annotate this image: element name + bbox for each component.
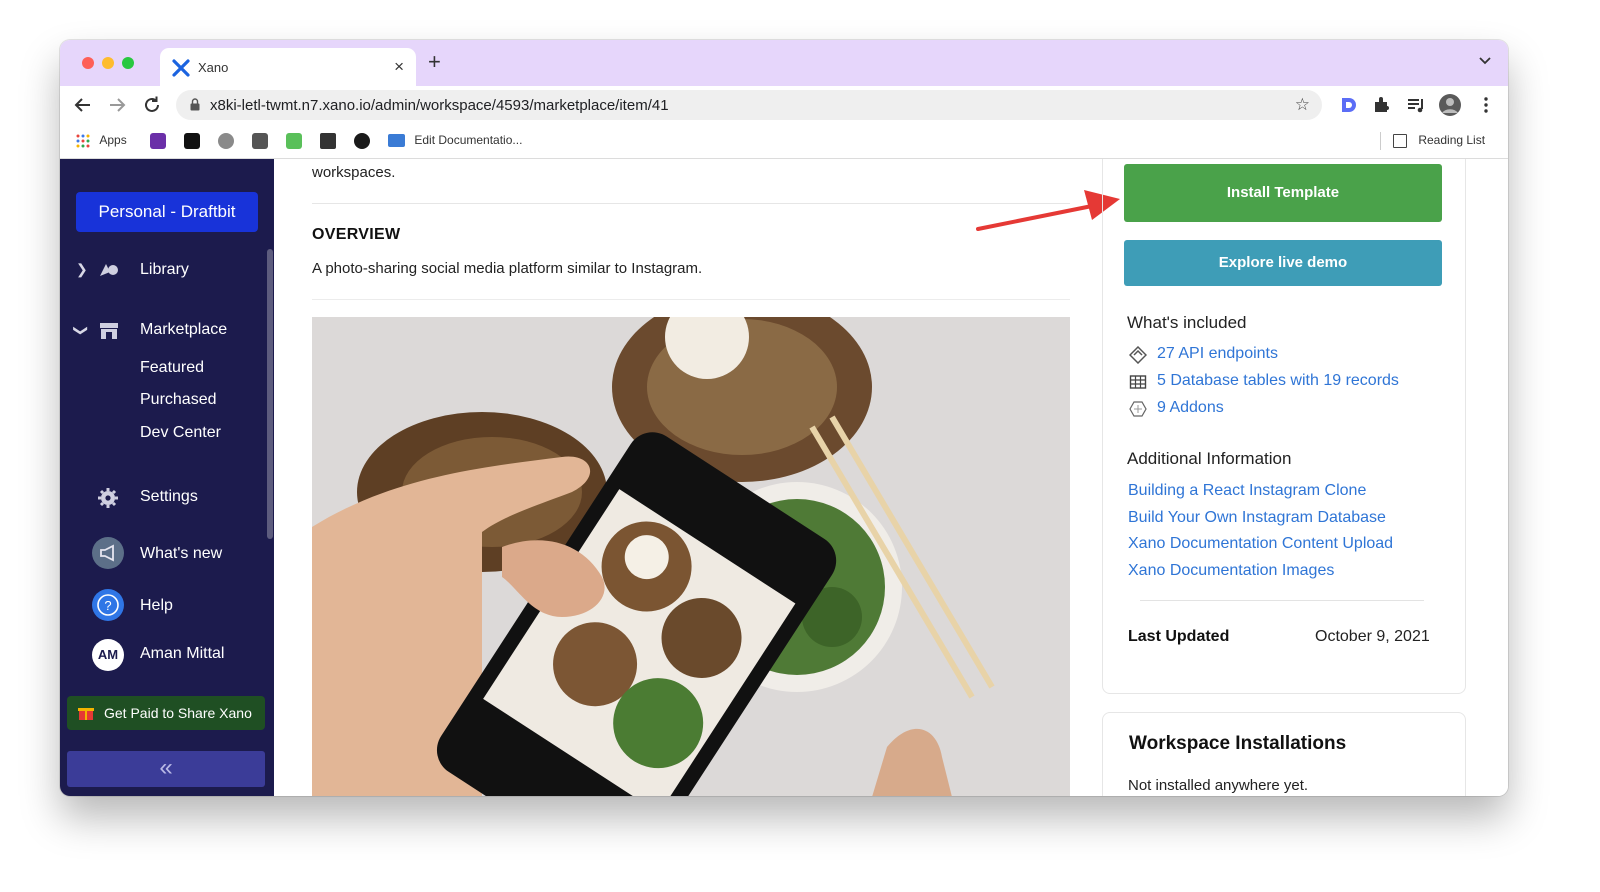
address-bar[interactable]: x8ki-letl-twmt.n7.xano.io/admin/workspac… <box>176 90 1322 120</box>
url-text: x8ki-letl-twmt.n7.xano.io/admin/workspac… <box>210 97 669 114</box>
bookmark-github-icon[interactable] <box>354 133 370 149</box>
close-window-button[interactable] <box>82 57 94 69</box>
extension-icon[interactable] <box>1338 95 1358 115</box>
back-icon[interactable] <box>72 94 94 116</box>
maximize-window-button[interactable] <box>122 57 134 69</box>
sidebar-item-help[interactable]: Help <box>140 597 173 615</box>
last-updated-label: Last Updated <box>1128 628 1230 645</box>
svg-text:?: ? <box>104 598 111 613</box>
bookmark-edit-doc-label: Edit Documentatio... <box>414 133 523 147</box>
included-tables-link[interactable]: 5 Database tables with 19 records <box>1157 372 1399 390</box>
table-icon <box>1129 375 1147 389</box>
reload-icon[interactable] <box>141 94 163 116</box>
promo-label: Get Paid to Share Xano <box>104 705 252 721</box>
sidebar-item-dev-center[interactable]: Dev Center <box>140 424 221 442</box>
lock-icon <box>190 98 200 111</box>
api-icon <box>1129 346 1147 364</box>
info-link-images[interactable]: Xano Documentation Images <box>1128 562 1334 580</box>
overview-heading: OVERVIEW <box>312 226 401 243</box>
xano-logo-icon <box>172 59 190 77</box>
sidebar-item-marketplace[interactable]: Marketplace <box>140 321 227 339</box>
description-end-text: workspaces. <box>312 164 396 181</box>
star-icon[interactable]: ☆ <box>1295 95 1310 115</box>
media-icon[interactable] <box>1406 95 1426 115</box>
workspace-installations-heading: Workspace Installations <box>1129 733 1347 754</box>
workspace-selector-button[interactable]: Personal - Draftbit <box>76 192 258 232</box>
menu-icon[interactable] <box>1476 95 1496 115</box>
profile-icon[interactable] <box>1438 93 1462 117</box>
sidebar-item-whats-new[interactable]: What's new <box>140 545 222 563</box>
template-preview-image <box>312 317 1070 796</box>
additional-info-heading: Additional Information <box>1127 449 1292 468</box>
bookmarks-divider <box>1380 132 1381 150</box>
info-link-content-upload[interactable]: Xano Documentation Content Upload <box>1128 535 1393 553</box>
bookmark-image-icon[interactable] <box>252 133 268 149</box>
help-icon: ? <box>92 589 124 621</box>
divider <box>312 299 1070 300</box>
puzzle-icon[interactable] <box>1372 95 1392 115</box>
reading-list-button[interactable]: Reading List <box>1393 133 1485 149</box>
marketplace-store-icon <box>100 323 118 339</box>
sidebar-item-user[interactable]: Aman Mittal <box>140 645 224 663</box>
explore-live-demo-button[interactable]: Explore live demo <box>1124 240 1442 286</box>
bookmark-cube-icon[interactable] <box>320 133 336 149</box>
tab-xano[interactable]: Xano × <box>160 48 416 86</box>
avatar[interactable]: AM <box>92 639 124 671</box>
bookmark-dev-icon[interactable] <box>184 133 200 149</box>
bookmark-apps[interactable]: Apps <box>76 133 127 149</box>
book-icon <box>388 134 405 148</box>
included-addons-link[interactable]: 9 Addons <box>1157 399 1224 417</box>
minimize-window-button[interactable] <box>102 57 114 69</box>
addon-icon <box>1129 401 1147 417</box>
tab-strip: Xano × + <box>60 40 1508 86</box>
sidebar-item-purchased[interactable]: Purchased <box>140 391 217 409</box>
page-content: Personal - Draftbit ❯ Library ❯ Marketpl… <box>60 159 1508 796</box>
last-updated-value: October 9, 2021 <box>1315 628 1430 645</box>
bookmark-apps-label: Apps <box>99 133 127 147</box>
forward-icon[interactable] <box>106 94 128 116</box>
divider <box>1140 600 1424 601</box>
gear-icon <box>98 488 118 508</box>
sidebar-item-library[interactable]: Library <box>140 261 189 279</box>
sidebar-scrollbar[interactable] <box>267 249 273 539</box>
gift-icon <box>78 708 94 720</box>
info-link-react-instagram-clone[interactable]: Building a React Instagram Clone <box>1128 482 1366 500</box>
sidebar: Personal - Draftbit ❯ Library ❯ Marketpl… <box>60 159 274 796</box>
collapse-sidebar-button[interactable]: « <box>67 751 265 787</box>
workspace-installations-text: Not installed anywhere yet. <box>1128 777 1309 794</box>
library-icon <box>100 264 118 276</box>
reading-list-icon <box>1393 133 1407 148</box>
browser-window: Xano × + x8ki-letl-twmt.n7.xano.io/admin… <box>60 40 1508 796</box>
sidebar-item-featured[interactable]: Featured <box>140 359 204 377</box>
new-tab-button[interactable]: + <box>428 51 441 73</box>
chevron-down-icon[interactable]: ❯ <box>72 325 89 337</box>
close-tab-icon[interactable]: × <box>394 57 404 77</box>
chevron-right-icon[interactable]: ❯ <box>76 261 88 278</box>
tab-title: Xano <box>198 60 229 75</box>
overview-text: A photo-sharing social media platform si… <box>312 260 703 277</box>
bookmark-edit-documentation[interactable]: Edit Documentatio... <box>388 133 522 149</box>
whats-included-heading: What's included <box>1127 313 1247 332</box>
reading-list-label: Reading List <box>1418 133 1486 147</box>
sidebar-item-settings[interactable]: Settings <box>140 488 198 506</box>
bookmarks-bar: Apps Edit Documentatio... Reading List <box>60 124 1508 159</box>
info-link-instagram-database[interactable]: Build Your Own Instagram Database <box>1128 509 1386 527</box>
get-paid-promo-button[interactable]: Get Paid to Share Xano <box>67 696 265 730</box>
bookmark-expo-icon[interactable] <box>150 133 166 149</box>
bookmark-xano-icon[interactable] <box>218 133 234 149</box>
marketplace-item-main: workspaces. OVERVIEW A photo-sharing soc… <box>274 159 1508 796</box>
megaphone-icon <box>92 537 124 569</box>
apps-grid-icon <box>76 134 90 148</box>
browser-toolbar: x8ki-letl-twmt.n7.xano.io/admin/workspac… <box>60 86 1508 124</box>
divider <box>312 203 1070 204</box>
bookmark-trello-icon[interactable] <box>286 133 302 149</box>
chevron-down-icon[interactable] <box>1478 54 1492 68</box>
included-api-link[interactable]: 27 API endpoints <box>1157 345 1278 363</box>
install-template-button[interactable]: Install Template <box>1124 164 1442 222</box>
